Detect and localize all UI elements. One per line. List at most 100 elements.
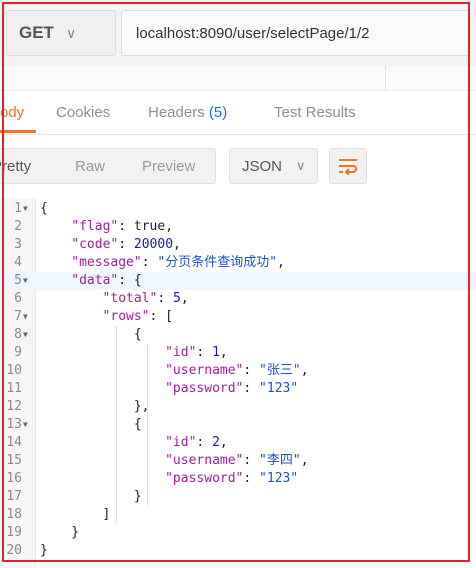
fold-toggle-icon[interactable]: ▼: [23, 200, 28, 218]
line-number: 13: [6, 417, 22, 432]
code-text: "username": "张三",: [165, 362, 308, 380]
code-line: 5 ▼ "data": {: [0, 272, 476, 290]
line-number: 14: [6, 435, 22, 450]
tab-test-results[interactable]: Test Results: [274, 104, 356, 121]
tab-body[interactable]: ody: [0, 104, 24, 121]
code-line: 16 "password": "123": [0, 470, 476, 488]
fold-toggle-icon[interactable]: ▼: [23, 326, 28, 344]
code-token: "username": [165, 453, 244, 468]
code-text: "total": 5,: [103, 290, 189, 308]
code-token: :: [243, 453, 260, 468]
request-bar: GET ∨ localhost:8090/user/selectPage/1/2: [0, 0, 476, 67]
code-token: :: [196, 345, 213, 360]
code-text: "flag": true,: [71, 218, 173, 236]
code-line: 3 "code": 20000,: [0, 236, 476, 254]
code-line: 19}: [0, 524, 476, 542]
fold-toggle-icon[interactable]: ▼: [23, 272, 28, 290]
code-token: :: [196, 435, 213, 450]
method-select[interactable]: GET ∨: [6, 10, 116, 56]
headers-count-badge: (5): [208, 104, 228, 121]
code-text: }: [40, 542, 48, 560]
code-token: :: [243, 381, 260, 396]
code-text: "id": 1,: [165, 344, 228, 362]
code-token: {: [40, 201, 48, 216]
tab-cookies[interactable]: Cookies: [56, 104, 110, 121]
code-line: 2 "flag": true,: [0, 218, 476, 236]
code-token: 1: [212, 345, 220, 360]
view-toolbar: Pretty Raw Preview JSON ∨: [0, 144, 476, 188]
line-number: 12: [6, 399, 22, 414]
code-token: :: [141, 255, 158, 270]
line-number: 4: [14, 255, 22, 270]
code-line: 9 "id": 1,: [0, 344, 476, 362]
code-text: }: [134, 488, 142, 506]
code-token: "rows": [102, 309, 150, 324]
line-number: 19: [6, 525, 22, 540]
code-token: :: [118, 237, 134, 252]
code-token: : [: [149, 309, 173, 324]
method-label: GET: [19, 23, 54, 42]
wrap-lines-icon: [339, 159, 357, 175]
line-number: 9: [14, 345, 22, 360]
line-number: 15: [6, 453, 22, 468]
line-number: 1: [14, 201, 22, 216]
fold-toggle-icon[interactable]: ▼: [23, 416, 28, 434]
wrap-lines-button[interactable]: [329, 148, 367, 184]
indent-guide: [115, 326, 117, 524]
line-number: 11: [6, 381, 22, 396]
tab-headers[interactable]: Headers (5): [148, 104, 227, 121]
code-token: ,: [300, 453, 309, 468]
code-token: "message": [71, 255, 142, 270]
code-token: 2: [212, 435, 220, 450]
code-line: 18]: [0, 506, 476, 524]
code-token: ,: [300, 363, 309, 378]
mode-pretty[interactable]: Pretty: [0, 158, 31, 175]
mode-preview[interactable]: Preview: [142, 158, 195, 175]
url-text: localhost:8090/user/selectPage/1/2: [136, 24, 370, 42]
params-strip: [0, 66, 476, 91]
active-tab-indicator: [0, 130, 36, 133]
code-line: 8 ▼ {: [0, 326, 476, 344]
code-token: "data": [71, 273, 119, 288]
code-token: "id": [165, 345, 197, 360]
code-token: "分页条件查询成功": [157, 255, 278, 270]
code-line: 14 "id": 2,: [0, 434, 476, 452]
code-line: 15 "username": "李四",: [0, 452, 476, 470]
code-token: {: [133, 327, 142, 342]
code-token: ,: [219, 345, 228, 360]
code-text: "password": "123": [165, 380, 298, 398]
format-select[interactable]: JSON ∨: [229, 148, 318, 184]
code-token: true: [133, 219, 166, 234]
divider: [385, 66, 386, 90]
code-token: "total": [102, 291, 158, 306]
code-line: 7 ▼ "rows": [: [0, 308, 476, 326]
code-token: ,: [180, 291, 189, 306]
code-text: {: [134, 326, 142, 344]
code-token: "id": [165, 435, 197, 450]
code-line: 1 ▼ {: [0, 200, 476, 218]
view-mode-group: Pretty Raw Preview: [0, 148, 216, 184]
code-token: 5: [173, 291, 181, 306]
code-line: 17}: [0, 488, 476, 506]
code-line: 11 "password": "123": [0, 380, 476, 398]
line-number: 18: [6, 507, 22, 522]
code-token: "password": [165, 381, 244, 396]
code-token: ]: [102, 507, 111, 522]
mode-raw[interactable]: Raw: [75, 158, 105, 175]
code-token: :: [243, 471, 260, 486]
line-number: 16: [6, 471, 22, 486]
code-line: 13 ▼ {: [0, 416, 476, 434]
code-text: "username": "李四",: [165, 452, 308, 470]
code-text: {: [40, 200, 48, 218]
code-token: "123": [259, 471, 299, 486]
code-token: {: [133, 417, 142, 432]
code-text: "data": {: [71, 272, 141, 290]
code-text: "code": 20000,: [71, 236, 181, 254]
response-editor[interactable]: 1 ▼{2 "flag": true, 3 "code": 20000, 4 "messag…: [0, 198, 476, 568]
fold-toggle-icon[interactable]: ▼: [23, 308, 28, 326]
line-number: 3: [14, 237, 22, 252]
code-text: "message": "分页条件查询成功",: [71, 254, 285, 272]
code-text: {: [134, 416, 142, 434]
url-input[interactable]: localhost:8090/user/selectPage/1/2: [121, 10, 470, 56]
code-text: }: [71, 524, 79, 542]
